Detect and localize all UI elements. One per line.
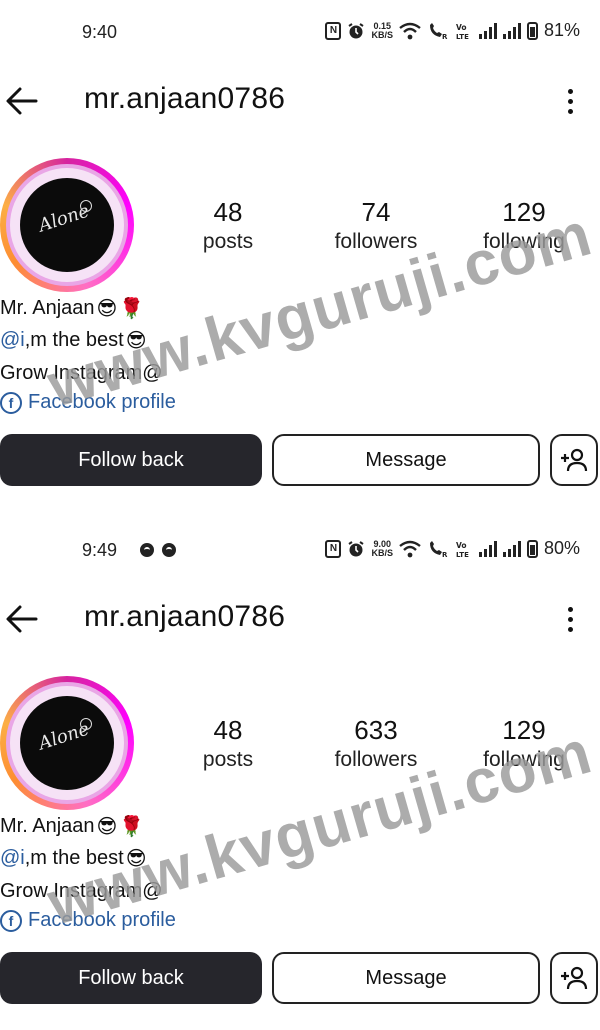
svg-text:R: R (442, 551, 448, 558)
svg-text:Vo: Vo (456, 541, 467, 550)
status-bar: 9:49 N 9.00 KB/S R Vo LTE 80% (0, 534, 600, 568)
bio-facebook-link-text: Facebook profile (28, 909, 176, 931)
bio-name: Mr. Anjaan 😎 🌹 (0, 814, 144, 839)
more-vert-icon[interactable] (558, 602, 582, 636)
add-person-icon (561, 448, 588, 472)
sunglasses-emoji-icon: 😎 (125, 848, 147, 870)
add-person-button[interactable] (550, 952, 598, 1004)
stat-followers-value: 74 (361, 197, 391, 227)
stat-posts-label: posts (202, 748, 254, 771)
stat-posts[interactable]: 48 posts (168, 196, 288, 256)
svg-text:LTE: LTE (456, 551, 469, 558)
battery-icon (526, 539, 538, 558)
net-speed-unit: KB/S (371, 547, 393, 558)
add-person-button[interactable] (550, 434, 598, 486)
status-time: 9:40 (82, 22, 118, 42)
nfc-icon: N (325, 539, 342, 558)
signal-icon (478, 22, 497, 39)
avatar[interactable]: Alone (0, 676, 134, 810)
stat-followers[interactable]: 74 followers (316, 196, 436, 256)
bio-line-3: Grow Instagram@ (0, 362, 163, 384)
message-button[interactable]: Message (272, 434, 540, 486)
stat-followers[interactable]: 633 followers (316, 714, 436, 774)
bio-line-2: @i,m the best 😎 (0, 846, 147, 871)
stat-posts-value: 48 (213, 197, 243, 227)
bio-line-2: @i,m the best 😎 (0, 328, 147, 353)
alarm-icon (348, 22, 365, 38)
stat-posts-value: 48 (213, 715, 243, 745)
bio-mention-link[interactable]: @i (0, 847, 25, 869)
wifi-icon (399, 22, 421, 39)
stat-following-value: 129 (502, 715, 546, 745)
wifi-call-icon: R (429, 22, 448, 40)
volte-icon: VoLTE (456, 23, 469, 40)
notification-app-icon (140, 543, 154, 557)
stat-following[interactable]: 129 following (464, 714, 584, 774)
wifi-icon (399, 540, 421, 557)
bio-line-2-text: ,m the best (24, 846, 124, 869)
message-button[interactable]: Message (272, 952, 540, 1004)
bio-name: Mr. Anjaan 😎 🌹 (0, 296, 144, 321)
net-speed: 9.00 KB/S (371, 539, 393, 558)
nfc-icon: N (325, 21, 342, 40)
stat-posts[interactable]: 48 posts (168, 714, 288, 774)
status-bar: 9:40 N 0.15 KB/S R Vo LTE 81% (0, 16, 600, 50)
screenshot-panel-1: 9:40 N 0.15 KB/S R Vo LTE 81% mr.anjaan078… (0, 0, 600, 512)
facebook-icon: f (0, 909, 22, 932)
svg-text:LTE: LTE (456, 33, 469, 40)
bio-line-2-text: ,m the best (24, 328, 124, 351)
battery-percent: 81% (543, 20, 580, 40)
stat-followers-value: 633 (354, 715, 398, 745)
screenshot-panel-2: 9:49 N 9.00 KB/S R Vo LTE 80% mr.anjaan078… (0, 518, 600, 1030)
signal-icon (478, 540, 497, 557)
rose-emoji-icon: 🌹 (119, 298, 145, 320)
sunglasses-emoji-icon: 😎 (96, 298, 118, 320)
profile-header: mr.anjaan0786 (0, 596, 600, 642)
bio-name-text: Mr. Anjaan (0, 814, 95, 837)
battery-percent: 80% (543, 538, 580, 558)
wifi-call-icon: R (429, 540, 448, 558)
notification-app-icon (162, 543, 176, 557)
battery-icon (526, 21, 538, 40)
stat-following[interactable]: 129 following (464, 196, 584, 256)
bio-name-text: Mr. Anjaan (0, 296, 95, 319)
sunglasses-emoji-icon: 😎 (125, 330, 147, 352)
status-time: 9:49 (82, 540, 118, 560)
profile-header: mr.anjaan0786 (0, 78, 600, 124)
svg-text:R: R (442, 33, 448, 40)
username-title: mr.anjaan0786 (84, 82, 286, 115)
bio-line-3: Grow Instagram@ (0, 880, 163, 902)
stat-posts-label: posts (202, 230, 254, 253)
signal-icon-2 (502, 22, 521, 39)
sunglasses-emoji-icon: 😎 (96, 816, 118, 838)
svg-text:Vo: Vo (456, 23, 467, 32)
status-icons: N 9.00 KB/S R Vo LTE 80% (325, 538, 580, 559)
stat-following-value: 129 (502, 197, 546, 227)
stat-following-label: following (483, 748, 565, 771)
bio-facebook-link[interactable]: f Facebook profile (0, 909, 176, 932)
notification-icons (140, 543, 176, 557)
stat-followers-label: followers (334, 748, 418, 771)
bio-mention-link[interactable]: @i (0, 329, 25, 351)
back-arrow-icon[interactable] (4, 602, 40, 636)
rose-emoji-icon: 🌹 (119, 816, 145, 838)
username-title: mr.anjaan0786 (84, 600, 286, 633)
facebook-icon: f (0, 391, 22, 414)
stat-followers-label: followers (334, 230, 418, 253)
avatar[interactable]: Alone (0, 158, 134, 292)
alarm-icon (348, 540, 365, 556)
net-speed: 0.15 KB/S (371, 21, 393, 40)
add-person-icon (561, 966, 588, 990)
stat-following-label: following (483, 230, 565, 253)
bio-facebook-link-text: Facebook profile (28, 391, 176, 413)
net-speed-unit: KB/S (371, 29, 393, 40)
back-arrow-icon[interactable] (4, 84, 40, 118)
status-icons: N 0.15 KB/S R Vo LTE 81% (325, 20, 580, 41)
more-vert-icon[interactable] (558, 84, 582, 118)
volte-icon: VoLTE (456, 541, 469, 558)
follow-back-button[interactable]: Follow back (0, 434, 262, 486)
bio-facebook-link[interactable]: f Facebook profile (0, 391, 176, 414)
signal-icon-2 (502, 540, 521, 557)
follow-back-button[interactable]: Follow back (0, 952, 262, 1004)
